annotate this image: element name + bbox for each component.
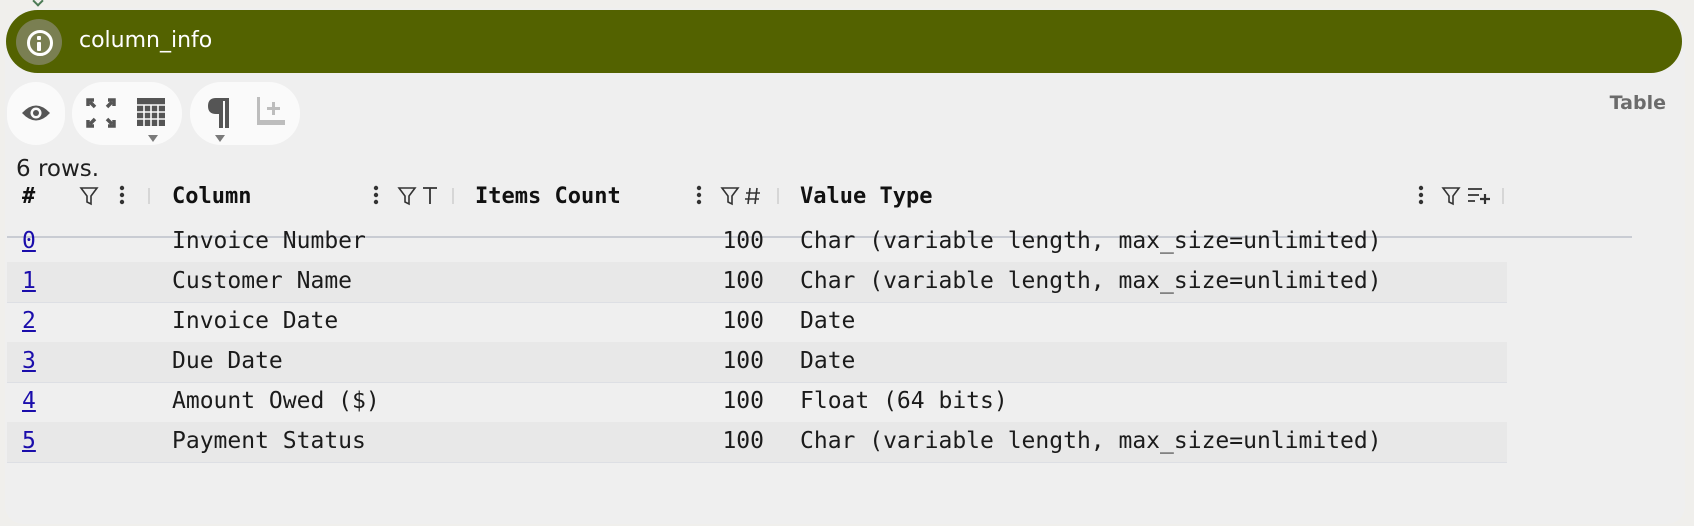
row-index-link[interactable]: 2 [22, 308, 36, 334]
filter-icon[interactable] [720, 180, 740, 210]
table-icon[interactable] [128, 82, 174, 145]
column-menu-icon[interactable] [371, 180, 381, 210]
cell-column: Payment Status [172, 428, 366, 454]
panel-header: column_info [6, 10, 1682, 73]
row-index-link[interactable]: 4 [22, 388, 36, 414]
panel-title: column_info [79, 28, 213, 53]
cell-value-type: Float (64 bits) [800, 388, 1008, 414]
table-row: 5 Payment Status 100 Char (variable leng… [7, 422, 1507, 463]
table-row: 2 Invoice Date 100 Date [7, 302, 1507, 343]
fullscreen-icon[interactable] [78, 82, 124, 145]
add-row-icon[interactable] [248, 82, 294, 145]
info-icon[interactable] [16, 19, 62, 65]
column-divider[interactable] [777, 188, 779, 204]
eye-icon[interactable] [13, 82, 59, 145]
collapse-marker-icon[interactable] [32, 0, 44, 7]
cell-items-count: 100 [722, 388, 764, 414]
table-row: 4 Amount Owed ($) 100 Float (64 bits) [7, 382, 1507, 423]
cell-items-count: 100 [722, 428, 764, 454]
sort-add-icon[interactable] [1466, 180, 1492, 210]
cell-value-type: Char (variable length, max_size=unlimite… [800, 228, 1382, 254]
cell-items-count: 100 [722, 348, 764, 374]
cell-column: Amount Owed ($) [172, 388, 380, 414]
output-panel: column_info Table 6 rows. # Column Items… [0, 0, 1694, 526]
view-toggle-group [7, 82, 65, 145]
column-menu-icon[interactable] [694, 180, 704, 210]
cell-items-count: 100 [722, 228, 764, 254]
filter-icon[interactable] [397, 180, 417, 210]
pilcrow-icon[interactable] [198, 82, 244, 145]
cell-items-count: 100 [722, 308, 764, 334]
row-index-link[interactable]: 1 [22, 268, 36, 294]
column-menu-icon[interactable] [1416, 180, 1426, 210]
cell-column: Invoice Number [172, 228, 366, 254]
number-type-icon [744, 180, 762, 210]
filter-icon[interactable] [1441, 180, 1461, 210]
cell-value-type: Date [800, 308, 856, 334]
table-row: 3 Due Date 100 Date [7, 342, 1507, 383]
cell-value-type: Date [800, 348, 856, 374]
row-index-link[interactable]: 3 [22, 348, 36, 374]
view-mode-label[interactable]: Table [1610, 92, 1666, 114]
cell-items-count: 100 [722, 268, 764, 294]
column-divider[interactable] [1502, 188, 1504, 204]
row-count: 6 rows. [16, 156, 100, 182]
row-index-link[interactable]: 0 [22, 228, 36, 254]
column-menu-icon[interactable] [117, 180, 127, 210]
row-index-link[interactable]: 5 [22, 428, 36, 454]
cell-value-type: Char (variable length, max_size=unlimite… [800, 428, 1382, 454]
cell-column: Invoice Date [172, 308, 339, 334]
table-row: 0 Invoice Number 100 Char (variable leng… [7, 222, 1507, 263]
column-divider[interactable] [452, 188, 454, 204]
format-tool-group [190, 82, 300, 145]
layout-tool-group [72, 82, 182, 145]
cell-column: Due Date [172, 348, 283, 374]
cell-column: Customer Name [172, 268, 353, 294]
filter-icon[interactable] [79, 180, 99, 210]
table-row: 1 Customer Name 100 Char (variable lengt… [7, 262, 1507, 303]
text-type-icon [421, 180, 439, 210]
cell-value-type: Char (variable length, max_size=unlimite… [800, 268, 1382, 294]
column-divider[interactable] [148, 188, 150, 204]
